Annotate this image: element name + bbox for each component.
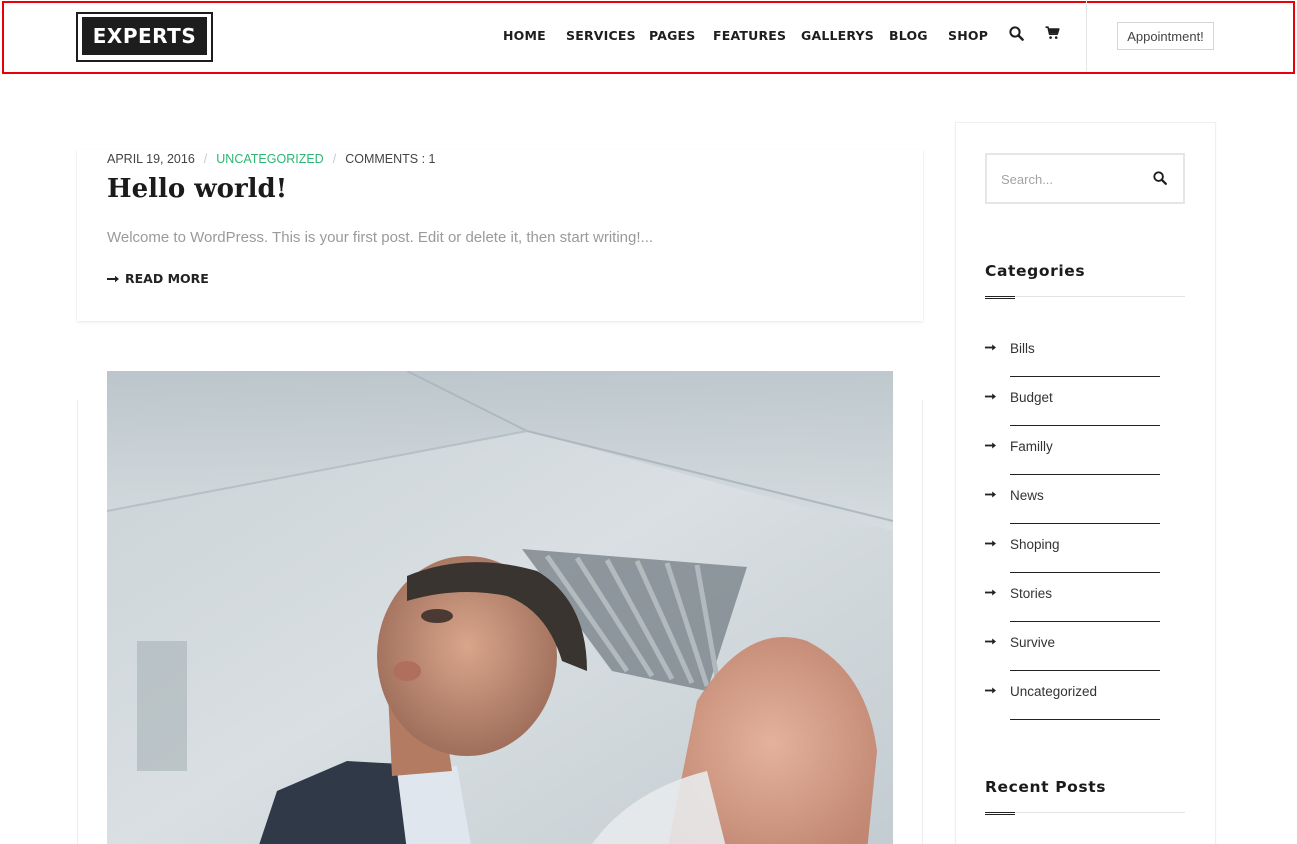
post-category-link[interactable]: UNCATEGORIZED xyxy=(216,152,323,166)
arrow-right-icon xyxy=(985,589,996,596)
cart-icon[interactable] xyxy=(1045,26,1061,42)
category-label: Familly xyxy=(1010,439,1053,454)
widget-divider xyxy=(985,812,1185,813)
read-more-link[interactable]: READ MORE xyxy=(107,271,209,286)
nav-home[interactable]: HOME xyxy=(503,28,546,43)
arrow-right-icon xyxy=(985,540,996,547)
read-more-label: READ MORE xyxy=(125,271,209,286)
category-item-familly[interactable]: Familly xyxy=(985,426,1160,475)
arrow-right-icon xyxy=(985,638,996,645)
arrow-right-icon xyxy=(985,442,996,449)
category-label: Uncategorized xyxy=(1010,684,1098,699)
category-label: News xyxy=(1010,488,1044,503)
category-label: Budget xyxy=(1010,390,1053,405)
category-label: Stories xyxy=(1010,586,1053,601)
category-item-bills[interactable]: Bills xyxy=(985,328,1160,377)
search-widget xyxy=(985,153,1185,204)
category-item-news[interactable]: News xyxy=(985,475,1160,524)
arrow-right-icon xyxy=(107,275,119,282)
post-meta: APRIL 19, 2016 / UNCATEGORIZED / COMMENTS : … xyxy=(107,152,435,166)
nav-features[interactable]: FEATURES xyxy=(713,28,786,43)
nav-shop[interactable]: SHOP xyxy=(948,28,988,43)
widget-accent xyxy=(985,812,1015,815)
arrow-right-icon xyxy=(985,344,996,351)
widget-accent xyxy=(985,296,1015,299)
nav-gallerys[interactable]: GALLERYS xyxy=(801,28,874,43)
search-icon[interactable] xyxy=(1153,171,1169,187)
nav-blog[interactable]: BLOG xyxy=(889,28,928,43)
category-item-uncategorized[interactable]: Uncategorized xyxy=(985,671,1160,720)
arrow-right-icon xyxy=(985,491,996,498)
arrow-right-icon xyxy=(985,687,996,694)
arrow-right-icon xyxy=(985,393,996,400)
nav-services[interactable]: SERVICES xyxy=(566,28,636,43)
category-item-survive[interactable]: Survive xyxy=(985,622,1160,671)
appointment-button[interactable]: Appointment! xyxy=(1117,22,1214,50)
category-divider xyxy=(1010,719,1160,720)
post-title[interactable]: Hello world! xyxy=(107,174,287,204)
category-item-stories[interactable]: Stories xyxy=(985,573,1160,622)
category-item-shoping[interactable]: Shoping xyxy=(985,524,1160,573)
meta-separator: / xyxy=(332,152,337,166)
nav-pages[interactable]: PAGES xyxy=(649,28,696,43)
category-label: Bills xyxy=(1010,341,1035,356)
post-excerpt: Welcome to WordPress. This is your first… xyxy=(107,229,654,246)
post-comments-link[interactable]: COMMENTS : 1 xyxy=(345,152,435,166)
meta-separator: / xyxy=(203,152,208,166)
category-item-budget[interactable]: Budget xyxy=(985,377,1160,426)
header-divider xyxy=(1086,0,1087,71)
post-date[interactable]: APRIL 19, 2016 xyxy=(107,152,195,166)
post-card: APRIL 19, 2016 / UNCATEGORIZED / COMMENTS : … xyxy=(77,150,923,321)
site-logo[interactable]: EXPERTS xyxy=(82,17,207,55)
widget-divider xyxy=(985,296,1185,297)
post-featured-image[interactable] xyxy=(107,371,893,844)
category-label: Survive xyxy=(1010,635,1056,650)
category-label: Shoping xyxy=(1010,537,1060,552)
categories-title: Categories xyxy=(985,262,1086,280)
search-input[interactable] xyxy=(1001,170,1151,188)
search-icon[interactable] xyxy=(1009,26,1025,42)
recent-posts-title: Recent Posts xyxy=(985,778,1107,796)
